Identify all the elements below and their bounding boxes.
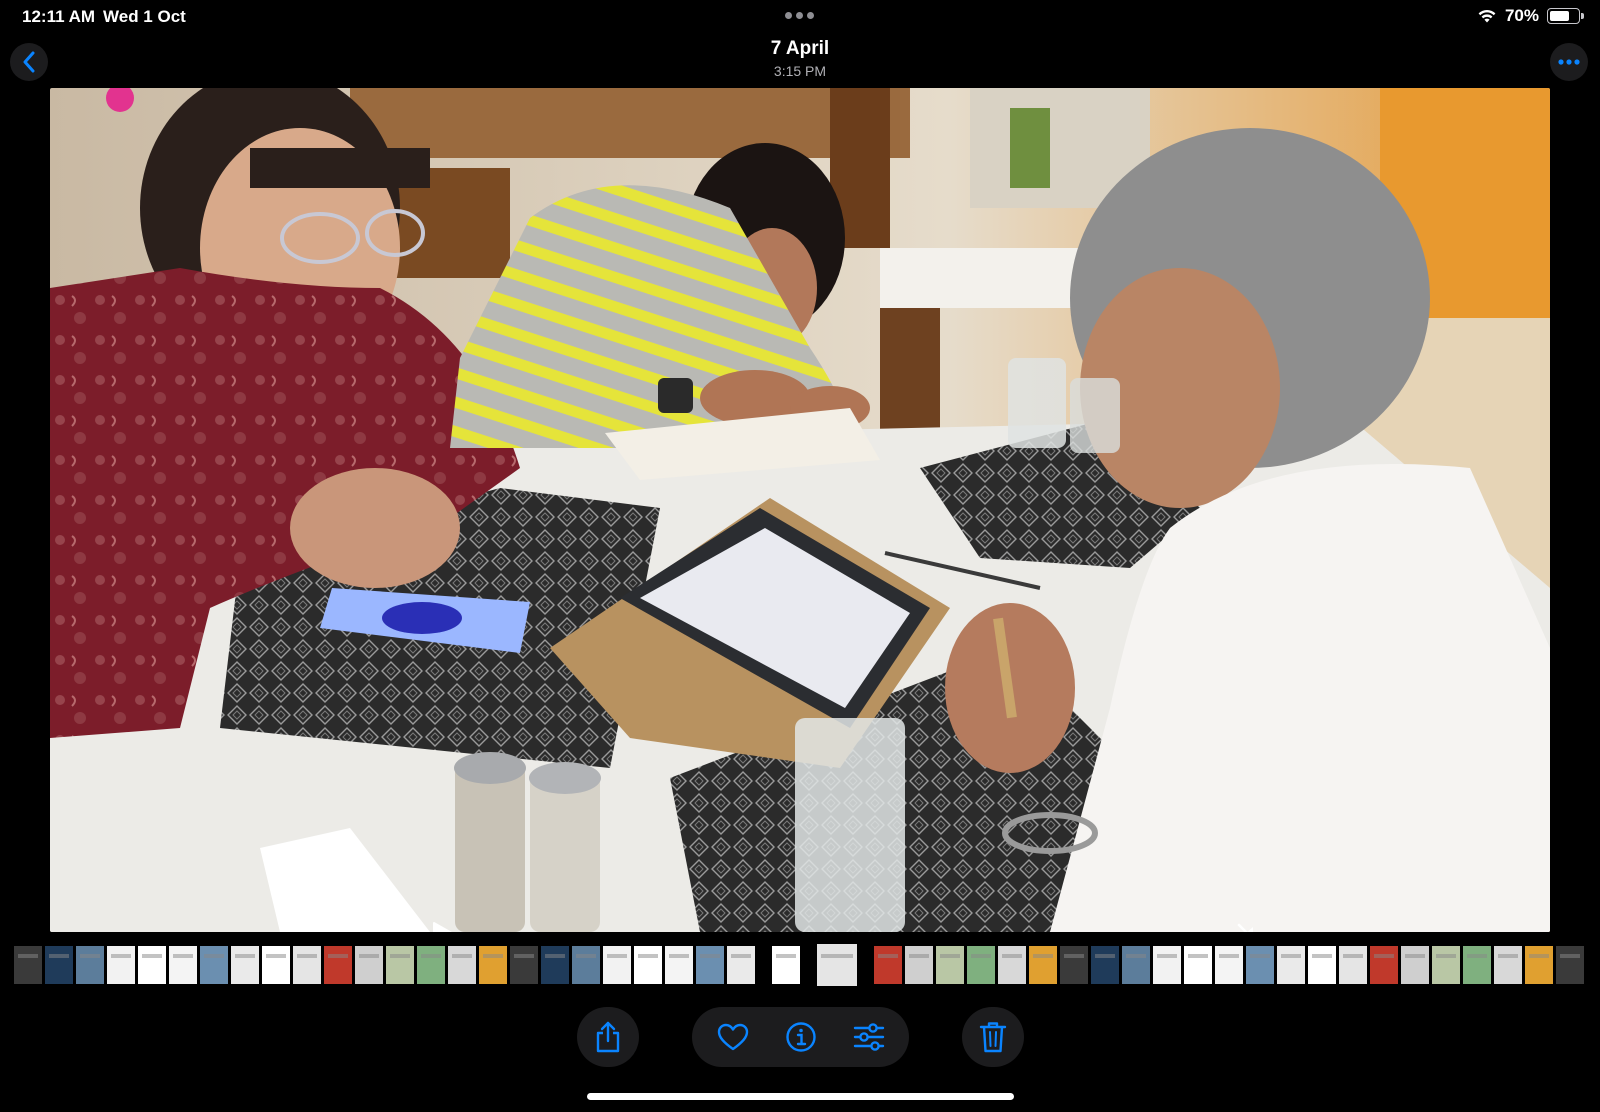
- thumbnail[interactable]: [1339, 946, 1367, 984]
- share-icon: [596, 1021, 620, 1053]
- thumbnail[interactable]: [448, 946, 476, 984]
- video-frame[interactable]: [50, 88, 1550, 932]
- status-time: 12:11 AM: [22, 7, 96, 26]
- page-title: 7 April: [770, 38, 830, 59]
- thumbnail[interactable]: [634, 946, 662, 984]
- thumbnail[interactable]: [998, 946, 1026, 984]
- thumbnail[interactable]: [479, 946, 507, 984]
- thumbnail[interactable]: [1091, 946, 1119, 984]
- thumbnail[interactable]: [603, 946, 631, 984]
- status-date: Wed 1 Oct: [103, 7, 186, 26]
- play-icon: [433, 922, 452, 932]
- thumbnail[interactable]: [1184, 946, 1212, 984]
- thumbnail[interactable]: [1060, 946, 1088, 984]
- thumbnail[interactable]: [874, 946, 902, 984]
- thumbnail[interactable]: [293, 946, 321, 984]
- thumbnail[interactable]: [262, 946, 290, 984]
- favorite-button[interactable]: [709, 1013, 757, 1061]
- thumbnail[interactable]: [200, 946, 228, 984]
- thumbnail[interactable]: [541, 946, 569, 984]
- thumbnail[interactable]: [324, 946, 352, 984]
- thumbnail[interactable]: [169, 946, 197, 984]
- play-button[interactable]: [430, 920, 460, 932]
- edit-button[interactable]: [845, 1013, 893, 1061]
- thumbnail[interactable]: [1215, 946, 1243, 984]
- thumbnail[interactable]: [572, 946, 600, 984]
- more-button[interactable]: [1550, 43, 1588, 81]
- thumbnail[interactable]: [14, 946, 42, 984]
- battery-percent: 70%: [1504, 6, 1539, 25]
- thumbnail[interactable]: [1494, 946, 1522, 984]
- thumbnail[interactable]: [510, 946, 538, 984]
- thumbnail[interactable]: [1122, 946, 1150, 984]
- thumbnail[interactable]: [936, 946, 964, 984]
- thumbnail[interactable]: [772, 946, 800, 984]
- thumbnail-filmstrip[interactable]: [14, 944, 1590, 986]
- share-button[interactable]: [577, 1007, 639, 1067]
- thumbnail[interactable]: [665, 946, 693, 984]
- bottom-toolbar: [0, 1007, 1600, 1069]
- delete-button[interactable]: [962, 1007, 1024, 1067]
- thumbnail[interactable]: [1277, 946, 1305, 984]
- info-icon: [785, 1022, 816, 1052]
- thumbnail[interactable]: [696, 946, 724, 984]
- page-subtitle: 3:15 PM: [773, 63, 827, 79]
- mute-button[interactable]: [1236, 922, 1266, 932]
- thumbnail[interactable]: [1432, 946, 1460, 984]
- thumbnail[interactable]: [1370, 946, 1398, 984]
- trash-icon: [979, 1022, 1007, 1053]
- thumbnail[interactable]: [107, 946, 135, 984]
- thumbnail[interactable]: [1246, 946, 1274, 984]
- thumbnail[interactable]: [817, 944, 857, 986]
- thumbnail[interactable]: [727, 946, 755, 984]
- thumbnail[interactable]: [1308, 946, 1336, 984]
- thumbnail[interactable]: [45, 946, 73, 984]
- thumbnail-strip[interactable]: [14, 944, 1590, 986]
- thumbnail[interactable]: [1556, 946, 1584, 984]
- thumbnail[interactable]: [1525, 946, 1553, 984]
- multitasking-dots-icon[interactable]: [785, 12, 814, 19]
- thumbnail[interactable]: [417, 946, 445, 984]
- nav-bar: 7 April 3:15 PM: [0, 34, 1600, 86]
- heart-icon: [717, 1023, 748, 1051]
- wifi-icon: [1478, 9, 1496, 23]
- thumbnail[interactable]: [1029, 946, 1057, 984]
- thumbnail[interactable]: [1463, 946, 1491, 984]
- ellipsis-icon: [1558, 59, 1580, 65]
- thumbnail[interactable]: [355, 946, 383, 984]
- thumbnail[interactable]: [1401, 946, 1429, 984]
- thumbnail[interactable]: [1153, 946, 1181, 984]
- status-right: 70%: [1477, 6, 1584, 26]
- home-indicator[interactable]: [587, 1093, 1014, 1100]
- thumbnail[interactable]: [967, 946, 995, 984]
- thumbnail[interactable]: [231, 946, 259, 984]
- video-still-image: [50, 88, 1550, 932]
- adjust-sliders-icon: [853, 1023, 884, 1051]
- thumbnail[interactable]: [905, 946, 933, 984]
- battery-icon: [1547, 8, 1584, 24]
- actions-group: [692, 1007, 909, 1067]
- status-bar: 12:11 AM Wed 1 Oct 70%: [0, 0, 1600, 34]
- thumbnail[interactable]: [386, 946, 414, 984]
- thumbnail[interactable]: [76, 946, 104, 984]
- thumbnail[interactable]: [138, 946, 166, 984]
- speaker-muted-icon: [1237, 923, 1253, 932]
- info-button[interactable]: [777, 1013, 825, 1061]
